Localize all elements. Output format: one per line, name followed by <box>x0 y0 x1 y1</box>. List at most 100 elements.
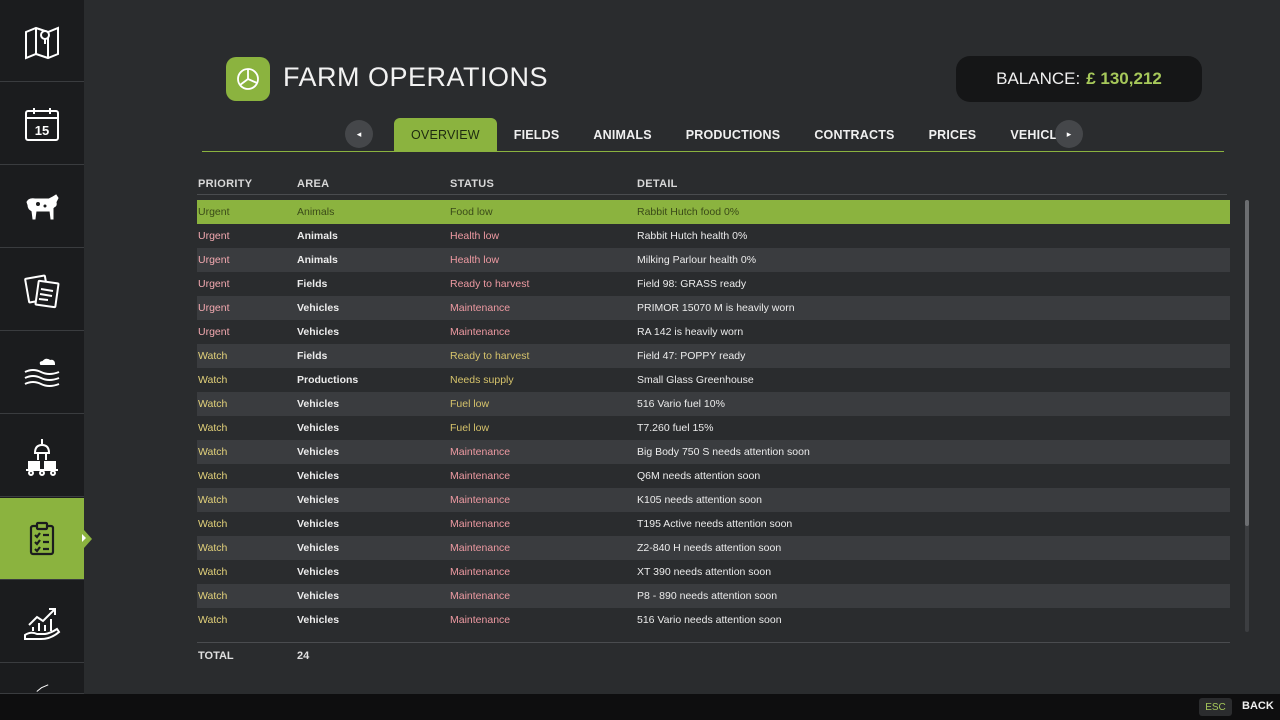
row-area: Vehicles <box>297 302 340 314</box>
chevron-right-icon: ▸ <box>1066 128 1072 139</box>
row-priority: Watch <box>198 518 228 530</box>
row-priority: Watch <box>198 446 228 458</box>
row-priority: Watch <box>198 470 228 482</box>
table-row[interactable]: Urgent Vehicles Maintenance PRIMOR 15070 M … <box>197 296 1230 320</box>
tab-next-button[interactable]: ▸ <box>1055 120 1083 148</box>
row-status: Fuel low <box>450 398 490 410</box>
tab-fields[interactable]: FIELDS <box>497 118 577 152</box>
column-header-area[interactable]: AREA <box>297 178 329 190</box>
table-row[interactable]: Urgent Fields Ready to harvest Field 98: GR… <box>197 272 1230 296</box>
table-row[interactable]: Watch Vehicles Fuel low 516 Vario fuel 10% <box>197 392 1230 416</box>
row-status: Food low <box>450 206 493 218</box>
row-detail: P8 - 890 needs attention soon <box>637 590 778 602</box>
row-area: Fields <box>297 350 328 362</box>
calendar-icon: 15 <box>25 107 59 141</box>
scrollbar-thumb[interactable] <box>1245 200 1249 526</box>
farm-operations-clipboard-icon <box>29 521 55 555</box>
row-detail: 516 Vario fuel 10% <box>637 398 725 410</box>
row-detail: Q6M needs attention soon <box>637 470 761 482</box>
row-status: Maintenance <box>450 326 511 338</box>
row-area: Productions <box>297 374 359 386</box>
row-detail: RA 142 is heavily worn <box>637 326 744 338</box>
row-detail: T195 Active needs attention soon <box>637 518 793 530</box>
tab-overview[interactable]: OVERVIEW <box>394 118 497 152</box>
page-title: FARM OPERATIONS <box>283 62 549 92</box>
row-priority: Watch <box>198 350 228 362</box>
tab-prev-button[interactable]: ◂ <box>345 120 373 148</box>
table-row[interactable]: Watch Vehicles Maintenance Z2-840 H needs a… <box>197 536 1230 560</box>
row-detail: Small Glass Greenhouse <box>637 374 754 386</box>
back-button[interactable]: BACK <box>1242 700 1274 712</box>
row-status: Needs supply <box>450 374 514 386</box>
row-area: Fields <box>297 278 328 290</box>
tab-prices[interactable]: PRICES <box>912 118 994 152</box>
table-row[interactable]: Watch Productions Needs supply Small Glass … <box>197 368 1230 392</box>
table-row[interactable]: Watch Fields Ready to harvest Field 47: POP… <box>197 344 1230 368</box>
tab-animals[interactable]: ANIMALS <box>576 118 668 152</box>
row-detail: 516 Vario needs attention soon <box>637 614 782 626</box>
row-area: Vehicles <box>297 542 340 554</box>
tab-productions[interactable]: PRODUCTIONS <box>669 118 798 152</box>
table-row[interactable]: Urgent Animals Food low Rabbit Hutch food 0… <box>197 200 1230 224</box>
tab-bar: OVERVIEW FIELDS ANIMALS PRODUCTIONS CONT… <box>394 118 1091 152</box>
row-detail: Big Body 750 S needs attention soon <box>637 446 810 458</box>
balance-display: BALANCE: £ 130,212 <box>956 56 1202 102</box>
row-status: Maintenance <box>450 494 511 506</box>
row-detail: Rabbit Hutch health 0% <box>637 230 748 242</box>
animals-cow-icon <box>26 193 59 219</box>
table-row[interactable]: Watch Vehicles Maintenance T195 Active need… <box>197 512 1230 536</box>
sidebar-item-weather[interactable] <box>0 332 84 414</box>
row-area: Vehicles <box>297 590 340 602</box>
table-row[interactable]: Watch Vehicles Maintenance Q6M needs attent… <box>197 464 1230 488</box>
column-header-status[interactable]: STATUS <box>450 178 494 190</box>
column-header-priority[interactable]: PRIORITY <box>198 178 252 190</box>
sidebar-item-finances[interactable] <box>0 581 84 663</box>
row-priority: Urgent <box>198 302 230 314</box>
table-row[interactable]: Watch Vehicles Maintenance 516 Vario needs … <box>197 608 1230 632</box>
row-detail: Field 98: GRASS ready <box>637 278 747 290</box>
sidebar-item-map[interactable] <box>0 0 84 82</box>
row-area: Vehicles <box>297 494 340 506</box>
row-area: Animals <box>297 230 338 242</box>
tab-contracts[interactable]: CONTRACTS <box>797 118 911 152</box>
table-row[interactable]: Watch Vehicles Maintenance XT 390 needs att… <box>197 560 1230 584</box>
map-icon <box>25 26 59 59</box>
row-priority: Watch <box>198 494 228 506</box>
chevron-left-icon: ◂ <box>356 128 362 139</box>
table-row[interactable]: Watch Vehicles Maintenance P8 - 890 needs a… <box>197 584 1230 608</box>
sidebar-item-contracts[interactable] <box>0 249 84 331</box>
row-area: Vehicles <box>297 422 340 434</box>
row-priority: Watch <box>198 614 228 626</box>
table-row[interactable]: Urgent Vehicles Maintenance RA 142 is heavi… <box>197 320 1230 344</box>
row-detail: T7.260 fuel 15% <box>637 422 714 434</box>
row-priority: Urgent <box>198 206 230 218</box>
row-priority: Urgent <box>198 254 230 266</box>
partial-icon <box>36 684 49 692</box>
header-divider <box>197 194 1227 195</box>
esc-key-hint[interactable]: ESC <box>1199 698 1232 716</box>
finances-chart-icon <box>24 607 61 640</box>
sidebar-item-animals[interactable] <box>0 166 84 248</box>
sidebar: 15 <box>0 0 92 694</box>
balance-value: £ 130,212 <box>1086 69 1162 88</box>
farm-operations-pie-icon <box>226 57 270 101</box>
table-row[interactable]: Urgent Animals Health low Milking Parlour h… <box>197 248 1230 272</box>
row-area: Animals <box>297 206 335 218</box>
row-status: Health low <box>450 230 500 242</box>
row-area: Vehicles <box>297 566 340 578</box>
sidebar-item-more[interactable] <box>0 664 84 694</box>
column-header-detail[interactable]: DETAIL <box>637 178 678 190</box>
table-row[interactable]: Urgent Animals Health low Rabbit Hutch heal… <box>197 224 1230 248</box>
sidebar-item-calendar[interactable]: 15 <box>0 83 84 165</box>
table-scrollbar[interactable] <box>1245 200 1249 632</box>
table-row[interactable]: Watch Vehicles Maintenance K105 needs atten… <box>197 488 1230 512</box>
row-area: Vehicles <box>297 470 340 482</box>
row-priority: Watch <box>198 566 228 578</box>
sidebar-item-farm-operations[interactable] <box>0 498 92 580</box>
sidebar-item-production[interactable] <box>0 415 84 497</box>
row-status: Maintenance <box>450 446 511 458</box>
table-row[interactable]: Watch Vehicles Maintenance Big Body 750 S n… <box>197 440 1230 464</box>
table-row[interactable]: Watch Vehicles Fuel low T7.260 fuel 15% <box>197 416 1230 440</box>
row-area: Vehicles <box>297 518 340 530</box>
row-detail: K105 needs attention soon <box>637 494 762 506</box>
